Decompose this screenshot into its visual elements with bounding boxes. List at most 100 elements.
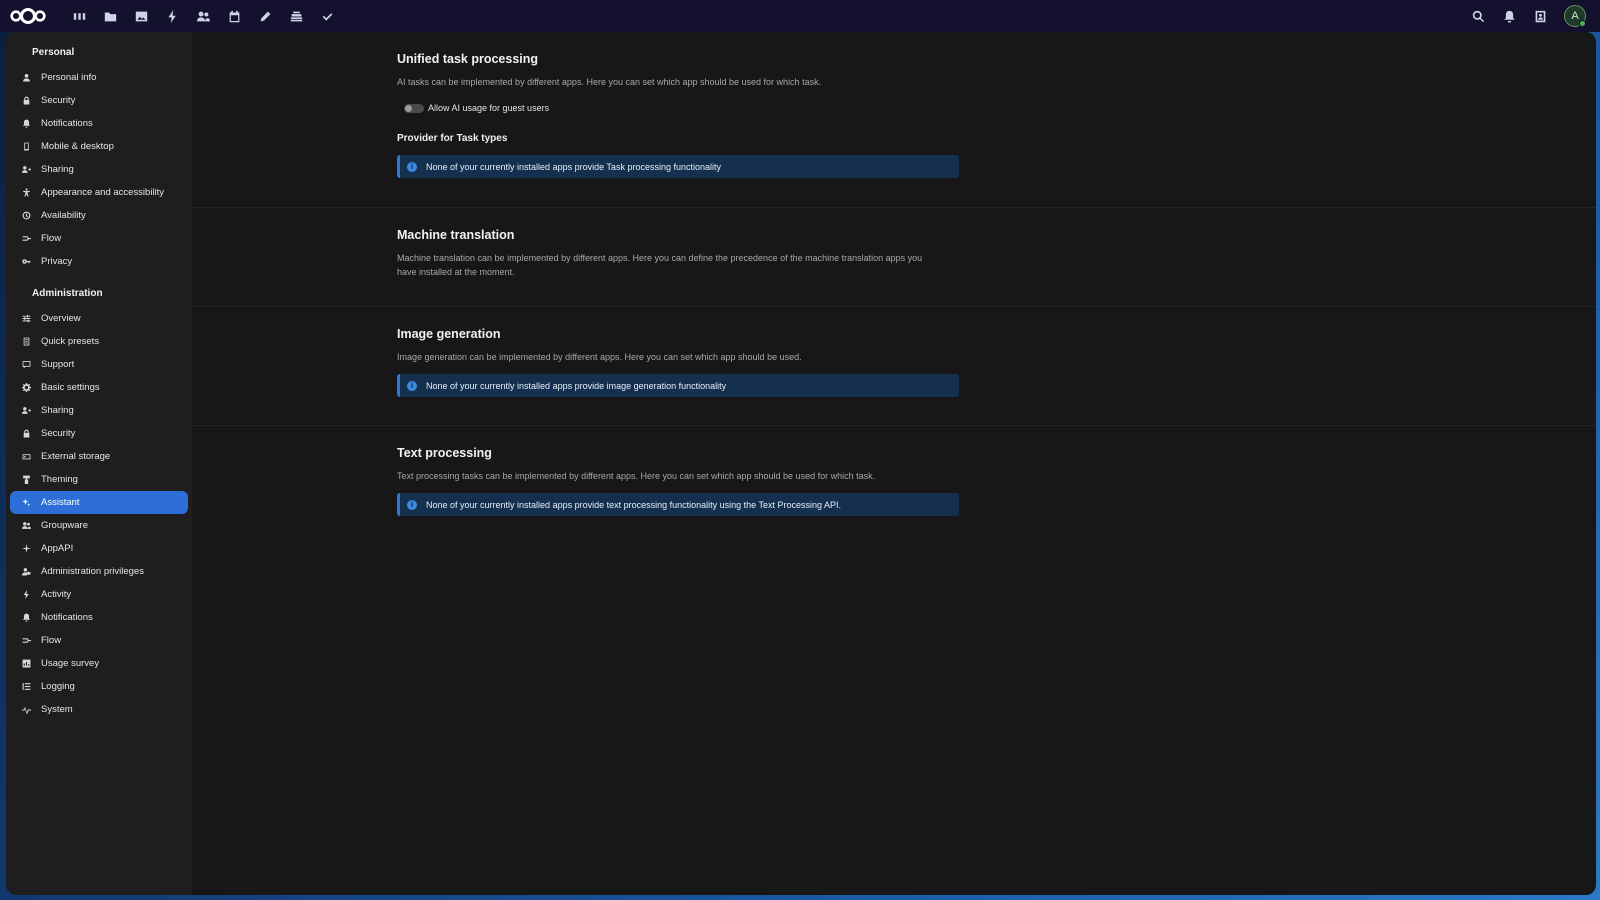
sidebar-item-label: Theming [41,474,78,485]
dashboard-icon[interactable] [64,0,95,32]
top-bar: A [0,0,1600,32]
nextcloud-logo-icon[interactable] [0,0,58,32]
section-title: Text processing [397,446,492,460]
calendar-icon[interactable] [219,0,250,32]
sidebar-item-notifications[interactable]: Notifications [10,112,188,135]
app-menu [64,0,343,32]
photos-icon[interactable] [126,0,157,32]
sidebar-item-label: Sharing [41,405,74,416]
lock-icon [20,428,32,440]
sidebar-item-sharing[interactable]: Sharing [10,399,188,422]
text-processing-section: Text processing Text processing tasks ca… [192,426,1596,516]
storage-icon [20,451,32,463]
presets-icon [20,336,32,348]
sidebar-item-quick-presets[interactable]: Quick presets [10,330,188,353]
sidebar-item-support[interactable]: Support [10,353,188,376]
accessibility-icon [20,187,32,199]
guest-ai-switch[interactable] [404,103,424,113]
sidebar-item-mobile-desktop[interactable]: Mobile & desktop [10,135,188,158]
admin-users-icon [20,566,32,578]
status-dot [1579,20,1586,27]
user-avatar[interactable]: A [1564,5,1586,27]
sidebar-item-appapi[interactable]: AppAPI [10,537,188,560]
sidebar-item-label: Assistant [41,497,80,508]
sidebar-item-theming[interactable]: Theming [10,468,188,491]
contacts-menu-icon[interactable] [1525,0,1556,32]
lightning-icon [20,589,32,601]
bell-icon [20,612,32,624]
sparkle-icon [20,497,32,509]
sidebar-item-label: Mobile & desktop [41,141,114,152]
flow-icon [20,635,32,647]
sidebar-item-label: Notifications [41,118,93,129]
main-content: Unified task processing AI tasks can be … [192,32,1596,895]
sidebar-item-label: Appearance and accessibility [41,187,165,198]
contacts-icon[interactable] [188,0,219,32]
sidebar-item-security[interactable]: Security [10,422,188,445]
user-icon [20,72,32,84]
settings-sidebar: Personal Personal info Security Notificati… [6,32,192,895]
sidebar-item-usage-survey[interactable]: Usage survey [10,652,188,675]
chart-icon [20,658,32,670]
notes-icon[interactable] [250,0,281,32]
sidebar-item-label: Flow [41,635,62,646]
sidebar-item-label: Quick presets [41,336,100,347]
sidebar-item-label: Usage survey [41,658,100,669]
sidebar-item-flow[interactable]: Flow [10,629,188,652]
sidebar-item-logging[interactable]: Logging [10,675,188,698]
sidebar-item-label: Sharing [41,164,74,175]
group-icon [20,520,32,532]
sidebar-item-sharing[interactable]: Sharing [10,158,188,181]
sidebar-item-notifications[interactable]: Notifications [10,606,188,629]
pulse-icon [20,704,32,716]
section-description: Image generation can be implemented by d… [397,352,802,362]
key-icon [20,256,32,268]
activity-icon[interactable] [157,0,188,32]
notifications-icon[interactable] [1494,0,1525,32]
support-icon [20,359,32,371]
sidebar-item-system[interactable]: System [10,698,188,721]
note-text: None of your currently installed apps pr… [426,161,721,172]
sidebar-item-availability[interactable]: Availability [10,204,188,227]
sidebar-item-label: Logging [41,681,75,692]
sidebar-item-appearance-and-accessibility[interactable]: Appearance and accessibility [10,181,188,204]
search-icon[interactable] [1463,0,1494,32]
section-description: Machine translation can be implemented b… [397,253,923,277]
sidebar-item-external-storage[interactable]: External storage [10,445,188,468]
machine-translation-section: Machine translation Machine translation … [192,208,1596,307]
files-icon[interactable] [95,0,126,32]
personal-caption: Personal [32,47,75,58]
sidebar-item-label: System [41,704,73,715]
sidebar-item-assistant[interactable]: Assistant [10,491,188,514]
share-icon [20,405,32,417]
sidebar-item-label: Personal info [41,72,97,83]
image-generation-section: Image generation Image generation can be… [192,307,1596,426]
section-description: AI tasks can be implemented by different… [397,77,822,87]
sidebar-item-label: Administration privileges [41,566,144,577]
flow-icon [20,233,32,245]
provider-heading: Provider for Task types [397,133,508,144]
personal-list: Personal info Security Notifications Mobile… [6,66,192,273]
tasks-icon[interactable] [312,0,343,32]
sidebar-item-label: Flow [41,233,62,244]
sidebar-item-flow[interactable]: Flow [10,227,188,250]
sidebar-item-privacy[interactable]: Privacy [10,250,188,273]
sidebar-item-administration-privileges[interactable]: Administration privileges [10,560,188,583]
sidebar-item-label: Basic settings [41,382,100,393]
sidebar-item-security[interactable]: Security [10,89,188,112]
list-icon [20,681,32,693]
deck-icon[interactable] [281,0,312,32]
paint-icon [20,474,32,486]
share-icon [20,164,32,176]
sidebar-item-activity[interactable]: Activity [10,583,188,606]
sidebar-item-overview[interactable]: Overview [10,307,188,330]
sidebar-item-label: Activity [41,589,72,600]
sidebar-item-basic-settings[interactable]: Basic settings [10,376,188,399]
guest-ai-toggle-row[interactable]: Allow AI usage for guest users [404,103,1596,113]
sidebar-item-personal-info[interactable]: Personal info [10,66,188,89]
sidebar-item-groupware[interactable]: Groupware [10,514,188,537]
sidebar-item-label: Notifications [41,612,93,623]
section-title: Image generation [397,327,501,341]
phone-icon [20,141,32,153]
administration-caption: Administration [32,288,103,299]
